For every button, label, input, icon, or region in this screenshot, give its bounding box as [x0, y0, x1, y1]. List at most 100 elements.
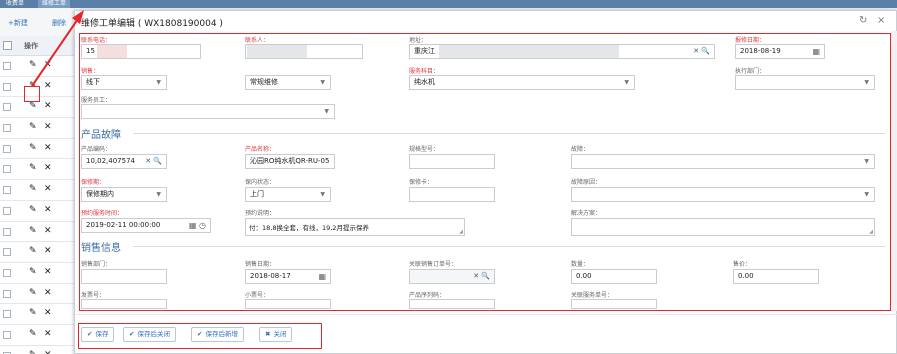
report-date-input[interactable]: 2018-08-19 ▦ [735, 44, 825, 59]
table-row[interactable]: ✎✕ [0, 346, 79, 354]
appointment-note-textarea[interactable]: 付：18,8换全套，有线，19,2月提示保养 ◢ [245, 218, 465, 236]
service-no-input[interactable] [571, 299, 657, 309]
appointment-input[interactable]: 2019-02-11 00:00:00 ▦ ◷ [81, 218, 211, 233]
edit-icon[interactable]: ✎ [29, 350, 37, 354]
row-checkbox[interactable] [3, 124, 11, 133]
price-input[interactable]: 0.00 [733, 269, 819, 284]
fault-select[interactable]: ▼ [571, 154, 875, 169]
sales-select[interactable]: 线下 ▼ [81, 75, 167, 90]
edit-icon[interactable]: ✎ [29, 308, 37, 318]
serial-input[interactable] [409, 299, 495, 309]
table-row[interactable]: ✎✕ [0, 97, 79, 119]
scrollbar[interactable] [891, 31, 897, 311]
warranty-status-select[interactable]: 上门 ▼ [245, 187, 331, 202]
delete-icon[interactable]: ✕ [44, 267, 52, 277]
exec-dept-select[interactable]: ▼ [735, 75, 875, 90]
calendar-icon[interactable]: ▦ [318, 270, 326, 283]
table-row[interactable]: ✎✕ [0, 284, 79, 305]
staff-select[interactable]: ▼ [81, 104, 335, 119]
row-checkbox[interactable] [3, 62, 11, 70]
service-subject-select[interactable]: 纯水机 ▼ [409, 75, 635, 90]
delete-icon[interactable]: ✕ [44, 246, 52, 256]
edit-icon[interactable]: ✎ [29, 101, 37, 111]
order-no-input[interactable]: ✕ 🔍 [409, 269, 495, 284]
invoice-input[interactable] [81, 299, 167, 309]
delete-icon[interactable]: ✕ [44, 226, 52, 236]
row-checkbox[interactable] [3, 330, 11, 339]
table-row[interactable]: ✎✕ [0, 118, 79, 139]
table-row[interactable]: ✎✕ [0, 242, 79, 263]
edit-icon[interactable]: ✎ [29, 163, 37, 173]
sales-date-input[interactable]: 2018-08-17 ▦ [245, 269, 331, 284]
edit-icon[interactable]: ✎ [29, 246, 37, 256]
staff-label: 服务员工： [81, 97, 112, 104]
resize-handle-icon[interactable]: ◢ [459, 229, 463, 235]
save-new-button[interactable]: ✔ 保存后新增 [191, 327, 244, 342]
save-button[interactable]: ✔ 保存 [81, 327, 115, 342]
service-type-select[interactable]: 常规维修 ▼ [245, 75, 331, 90]
save-close-button[interactable]: ✔ 保存后关闭 [123, 327, 176, 342]
table-row[interactable]: ✎✕ [0, 139, 79, 160]
add-button[interactable]: +新建 [8, 18, 28, 28]
warranty-card-input[interactable] [409, 187, 495, 202]
delete-icon[interactable]: ✕ [44, 329, 52, 339]
edit-icon[interactable]: ✎ [29, 329, 37, 339]
delete-icon[interactable]: ✕ [44, 163, 52, 173]
delete-icon[interactable]: ✕ [44, 101, 52, 111]
table-row[interactable]: ✎✕ [0, 325, 79, 346]
row-checkbox[interactable] [3, 268, 11, 277]
row-checkbox[interactable] [3, 248, 11, 257]
calendar-clock-icon[interactable]: ▦ ◷ [189, 219, 206, 232]
delete-icon[interactable]: ✕ [44, 143, 52, 153]
row-checkbox[interactable] [3, 206, 11, 215]
close-icon[interactable]: × [877, 15, 885, 26]
sales-dept-input[interactable] [81, 269, 167, 284]
clear-search-icon[interactable]: ✕ 🔍 [473, 270, 490, 283]
calendar-icon[interactable]: ▦ [812, 45, 820, 58]
tab-repair-order[interactable]: 维修工单 [38, 0, 71, 8]
row-checkbox[interactable] [3, 289, 11, 298]
table-row[interactable]: ✎✕ [0, 304, 79, 325]
warranty-select[interactable]: 保修期内 ▼ [81, 187, 167, 202]
receipt-input[interactable] [245, 299, 331, 309]
delete-icon[interactable]: ✕ [44, 205, 52, 215]
table-row[interactable]: ✎✕ [0, 263, 79, 284]
clear-search-icon[interactable]: ✕ 🔍 [145, 155, 162, 168]
tab-charge[interactable]: 收费单 [2, 0, 28, 8]
delete-icon[interactable]: ✕ [44, 288, 52, 298]
select-all-checkbox[interactable] [3, 41, 12, 50]
qty-input[interactable]: 0.00 [571, 269, 657, 284]
row-checkbox[interactable] [3, 310, 11, 319]
refresh-icon[interactable]: ↻ [859, 15, 867, 26]
delete-icon[interactable]: ✕ [44, 122, 52, 132]
table-row[interactable]: ✎✕ [0, 180, 79, 201]
resize-handle-icon[interactable]: ◢ [869, 229, 873, 235]
edit-icon[interactable]: ✎ [29, 288, 37, 298]
product-name-input[interactable]: 沁园RO纯水机QR-RU-05 [245, 154, 335, 169]
fault-reason-select[interactable]: ▼ [571, 187, 875, 202]
table-row[interactable]: ✎✕ [0, 159, 79, 181]
delete-icon[interactable]: ✕ [44, 184, 52, 194]
table-row[interactable]: ✎✕ [0, 201, 79, 222]
contact-label: 联系人： [245, 37, 270, 44]
edit-icon[interactable]: ✎ [29, 226, 37, 236]
table-row[interactable]: ✎✕ [0, 222, 79, 243]
model-input[interactable] [409, 154, 495, 169]
delete-icon[interactable]: ✕ [44, 308, 52, 318]
row-checkbox[interactable] [3, 144, 11, 153]
edit-icon[interactable]: ✎ [29, 143, 37, 153]
delete-icon[interactable]: ✕ [44, 350, 52, 354]
row-checkbox[interactable] [3, 227, 11, 236]
edit-icon[interactable]: ✎ [29, 267, 37, 277]
row-checkbox[interactable] [3, 165, 11, 174]
product-code-input[interactable]: 10,02,407574 ✕ 🔍 [81, 154, 167, 169]
edit-icon[interactable]: ✎ [29, 122, 37, 132]
row-checkbox[interactable] [3, 82, 11, 91]
close-button[interactable]: ✖ 关闭 [259, 327, 293, 342]
row-checkbox[interactable] [3, 103, 11, 112]
clear-search-icon[interactable]: ✕ 🔍 [693, 45, 710, 58]
edit-icon[interactable]: ✎ [29, 184, 37, 194]
row-checkbox[interactable] [3, 186, 11, 195]
solution-textarea[interactable]: ◢ [571, 218, 875, 236]
edit-icon[interactable]: ✎ [29, 205, 37, 215]
